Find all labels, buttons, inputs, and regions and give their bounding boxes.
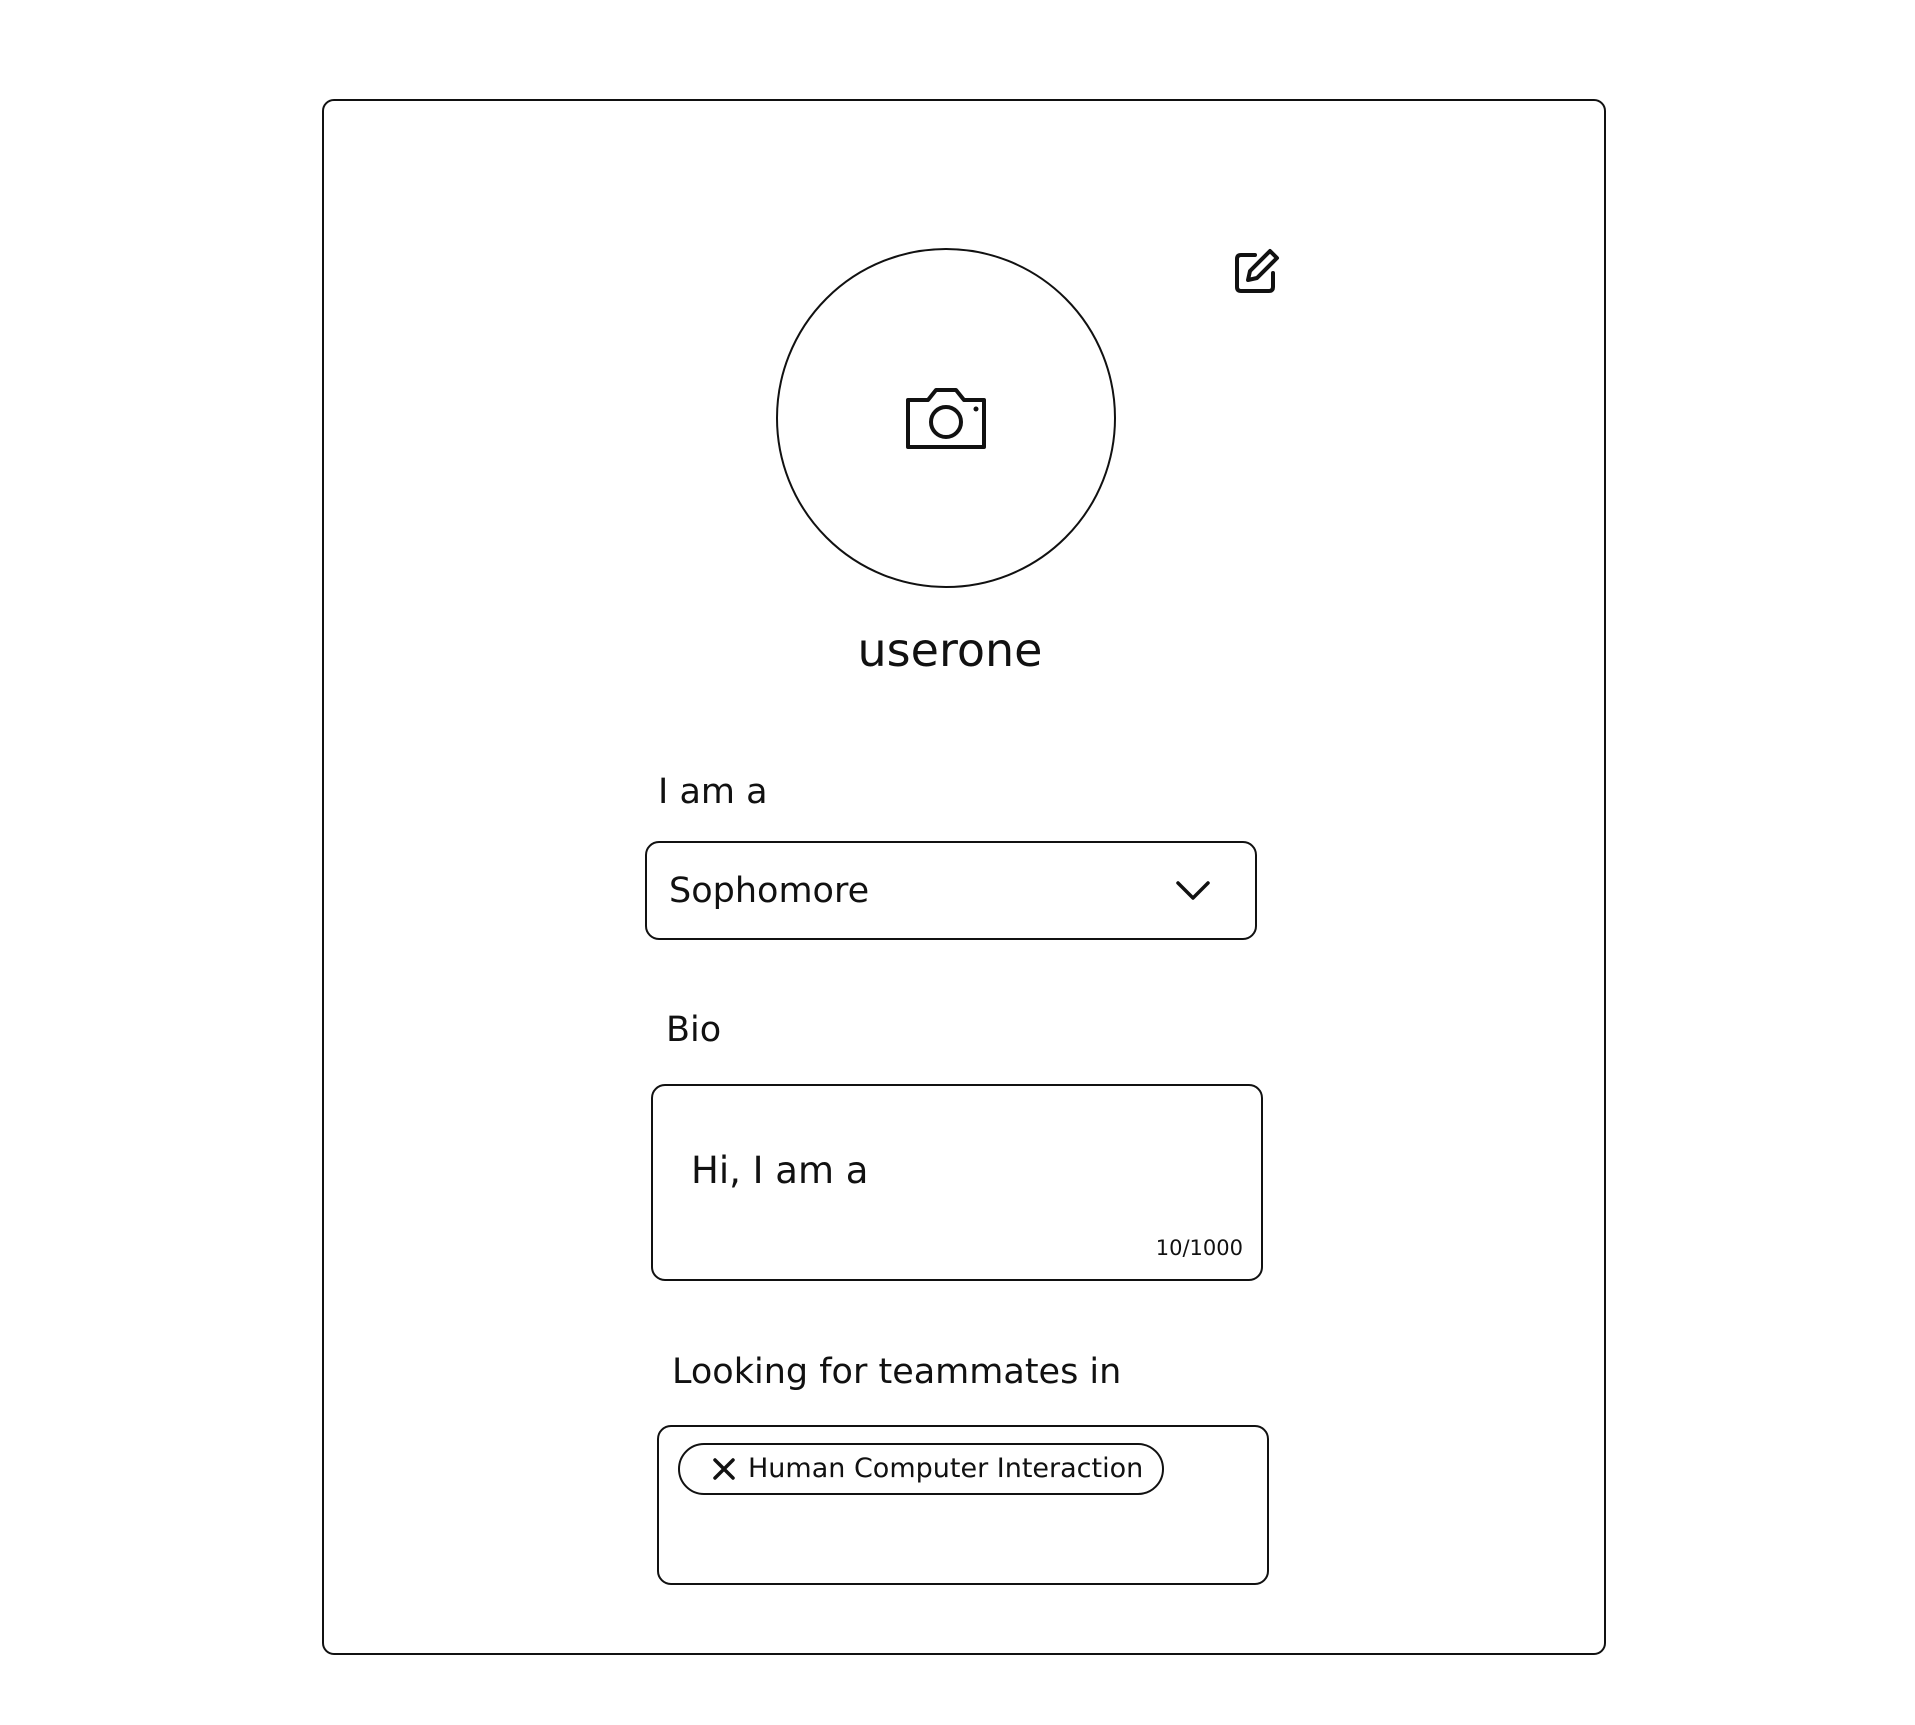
role-select[interactable]: Sophomore: [645, 841, 1257, 940]
role-label: I am a: [658, 772, 768, 812]
edit-icon: [1235, 249, 1279, 293]
close-icon: [713, 1458, 735, 1480]
tag-chip: Human Computer Interaction: [678, 1443, 1164, 1495]
camera-icon: [906, 388, 986, 449]
teammates-label: Looking for teammates in: [672, 1352, 1122, 1392]
username: userone: [857, 623, 1043, 677]
teammates-tag-input[interactable]: Human Computer Interaction: [657, 1425, 1269, 1585]
bio-character-counter: 10/1000: [1155, 1236, 1243, 1260]
avatar-upload[interactable]: [776, 248, 1116, 588]
chevron-down-icon: [1176, 881, 1210, 900]
tag-chip-label: Human Computer Interaction: [748, 1453, 1144, 1484]
bio-textarea[interactable]: Hi, I am a 10/1000: [651, 1084, 1263, 1281]
role-select-value: Sophomore: [669, 871, 870, 911]
bio-label: Bio: [666, 1010, 722, 1050]
remove-tag-button[interactable]: [710, 1455, 738, 1483]
edit-profile-button[interactable]: [1232, 246, 1282, 296]
bio-text: Hi, I am a: [691, 1149, 869, 1192]
